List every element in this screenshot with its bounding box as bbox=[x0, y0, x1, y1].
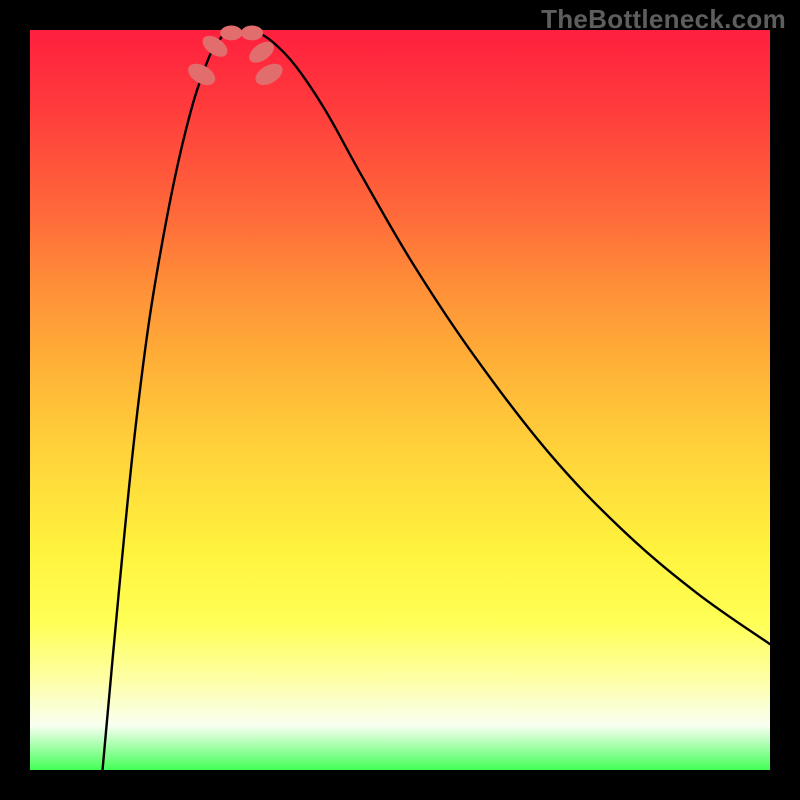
curve-right-branch bbox=[259, 33, 770, 644]
marker-left-upper bbox=[184, 59, 219, 89]
marker-group bbox=[184, 26, 286, 90]
marker-bottom-left bbox=[220, 26, 242, 41]
curve-left-branch bbox=[103, 33, 227, 770]
plot-area bbox=[30, 30, 770, 770]
marker-right-upper bbox=[252, 59, 287, 89]
chart-frame: TheBottleneck.com bbox=[0, 0, 800, 800]
curve-group bbox=[103, 33, 770, 770]
marker-bottom-right bbox=[241, 26, 263, 41]
curve-svg bbox=[30, 30, 770, 770]
